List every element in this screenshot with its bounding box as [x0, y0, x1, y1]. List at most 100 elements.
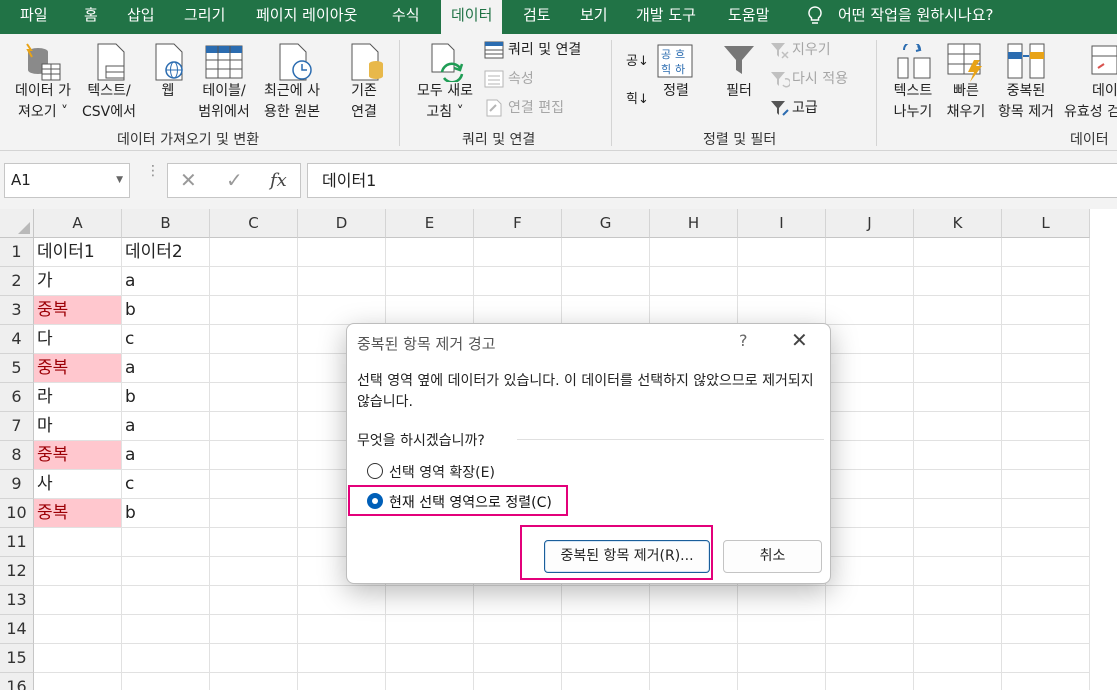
cell-l6[interactable] — [1002, 383, 1090, 412]
flash-fill-button[interactable]: 빠른 채우기 — [940, 81, 992, 123]
cell-c14[interactable] — [210, 615, 298, 644]
cell-l4[interactable] — [1002, 325, 1090, 354]
cell-g16[interactable] — [562, 673, 650, 690]
cell-i16[interactable] — [738, 673, 826, 690]
cell-f13[interactable] — [474, 586, 562, 615]
cell-e15[interactable] — [386, 644, 474, 673]
cell-l2[interactable] — [1002, 267, 1090, 296]
cell-a14[interactable] — [34, 615, 122, 644]
column-header-d[interactable]: D — [298, 209, 386, 238]
cell-b4[interactable]: c — [122, 325, 210, 354]
cell-k14[interactable] — [914, 615, 1002, 644]
cell-l5[interactable] — [1002, 354, 1090, 383]
cell-d16[interactable] — [298, 673, 386, 690]
cell-a5[interactable]: 중복 — [34, 354, 122, 383]
row-header-6[interactable]: 6 — [0, 383, 34, 412]
tab-data[interactable]: 데이터 — [441, 0, 503, 34]
cell-c11[interactable] — [210, 528, 298, 557]
cell-b11[interactable] — [122, 528, 210, 557]
cell-j3[interactable] — [826, 296, 914, 325]
recent-sources-button[interactable]: 최근에 사 용한 원본 — [256, 81, 328, 123]
cell-h13[interactable] — [650, 586, 738, 615]
cell-a10[interactable]: 중복 — [34, 499, 122, 528]
cell-f14[interactable] — [474, 615, 562, 644]
cell-a3[interactable]: 중복 — [34, 296, 122, 325]
cell-d15[interactable] — [298, 644, 386, 673]
refresh-all-button[interactable]: 모두 새로 고침 ˅ — [408, 81, 482, 123]
cell-k12[interactable] — [914, 557, 1002, 586]
column-header-i[interactable]: I — [738, 209, 826, 238]
cell-j7[interactable] — [826, 412, 914, 441]
cell-a2[interactable]: 가 — [34, 267, 122, 296]
cell-h14[interactable] — [650, 615, 738, 644]
cell-a15[interactable] — [34, 644, 122, 673]
data-validation-button[interactable]: 데이 유효성 검 — [1062, 81, 1117, 123]
cell-j16[interactable] — [826, 673, 914, 690]
drag-handle-icon[interactable]: ⋮ — [146, 164, 160, 178]
cell-j12[interactable] — [826, 557, 914, 586]
cell-l9[interactable] — [1002, 470, 1090, 499]
cell-i14[interactable] — [738, 615, 826, 644]
from-table-button[interactable]: 테이블/ 범위에서 — [192, 81, 256, 123]
column-header-b[interactable]: B — [122, 209, 210, 238]
cell-e2[interactable] — [386, 267, 474, 296]
row-header-7[interactable]: 7 — [0, 412, 34, 441]
cell-k16[interactable] — [914, 673, 1002, 690]
cell-k6[interactable] — [914, 383, 1002, 412]
tab-insert[interactable]: 삽입 — [127, 0, 155, 32]
tab-page-layout[interactable]: 페이지 레이아웃 — [256, 0, 357, 32]
properties-button[interactable]: 속성 — [508, 69, 534, 89]
cell-h15[interactable] — [650, 644, 738, 673]
cell-b5[interactable]: a — [122, 354, 210, 383]
get-data-button[interactable]: 데이터 가 져오기 ˅ — [8, 81, 78, 123]
cell-b16[interactable] — [122, 673, 210, 690]
cell-d13[interactable] — [298, 586, 386, 615]
cell-l8[interactable] — [1002, 441, 1090, 470]
row-header-16[interactable]: 16 — [0, 673, 34, 690]
cell-j9[interactable] — [826, 470, 914, 499]
column-header-h[interactable]: H — [650, 209, 738, 238]
cell-j5[interactable] — [826, 354, 914, 383]
row-header-3[interactable]: 3 — [0, 296, 34, 325]
advanced-button[interactable]: 고급 — [792, 98, 818, 118]
cell-e3[interactable] — [386, 296, 474, 325]
cell-i13[interactable] — [738, 586, 826, 615]
cell-c5[interactable] — [210, 354, 298, 383]
cell-b1[interactable]: 데이터2 — [122, 238, 210, 267]
cell-e13[interactable] — [386, 586, 474, 615]
cell-l11[interactable] — [1002, 528, 1090, 557]
sort-ascending-button[interactable]: 공↓ — [626, 52, 649, 72]
cell-a6[interactable]: 라 — [34, 383, 122, 412]
cell-l16[interactable] — [1002, 673, 1090, 690]
column-header-k[interactable]: K — [914, 209, 1002, 238]
cell-g3[interactable] — [562, 296, 650, 325]
cell-k5[interactable] — [914, 354, 1002, 383]
cell-l3[interactable] — [1002, 296, 1090, 325]
row-header-12[interactable]: 12 — [0, 557, 34, 586]
cell-g1[interactable] — [562, 238, 650, 267]
row-header-11[interactable]: 11 — [0, 528, 34, 557]
column-header-l[interactable]: L — [1002, 209, 1090, 238]
tab-developer[interactable]: 개발 도구 — [636, 0, 696, 32]
cell-c2[interactable] — [210, 267, 298, 296]
cell-c8[interactable] — [210, 441, 298, 470]
cell-f15[interactable] — [474, 644, 562, 673]
cell-j2[interactable] — [826, 267, 914, 296]
cell-e16[interactable] — [386, 673, 474, 690]
cell-b9[interactable]: c — [122, 470, 210, 499]
tell-me-search[interactable]: 어떤 작업을 원하시나요? — [838, 0, 994, 32]
cell-k13[interactable] — [914, 586, 1002, 615]
tab-draw[interactable]: 그리기 — [184, 0, 225, 32]
cell-a8[interactable]: 중복 — [34, 441, 122, 470]
cell-l15[interactable] — [1002, 644, 1090, 673]
row-header-2[interactable]: 2 — [0, 267, 34, 296]
cell-c10[interactable] — [210, 499, 298, 528]
cell-j10[interactable] — [826, 499, 914, 528]
cell-k15[interactable] — [914, 644, 1002, 673]
cell-d1[interactable] — [298, 238, 386, 267]
cell-d2[interactable] — [298, 267, 386, 296]
cell-j11[interactable] — [826, 528, 914, 557]
cell-k11[interactable] — [914, 528, 1002, 557]
row-header-9[interactable]: 9 — [0, 470, 34, 499]
cell-j1[interactable] — [826, 238, 914, 267]
